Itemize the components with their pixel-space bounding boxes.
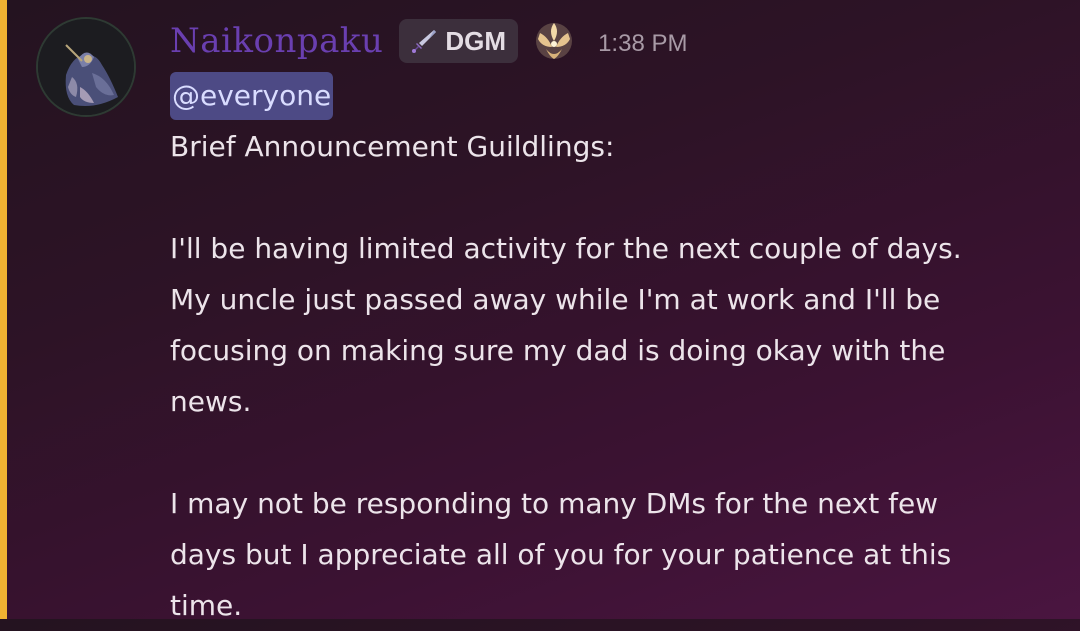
message-line: Brief Announcement Guildlings: xyxy=(170,130,615,163)
message-line: time. xyxy=(170,589,243,622)
sword-icon xyxy=(412,30,437,53)
crest-icon[interactable] xyxy=(530,17,578,65)
everyone-mention[interactable]: @everyone xyxy=(170,72,334,120)
avatar-image xyxy=(38,19,134,115)
author-name[interactable]: Naikonpaku xyxy=(170,15,383,67)
message-line: My uncle just passed away while I'm at w… xyxy=(170,283,941,316)
message-line-blank xyxy=(170,427,1070,478)
message-line: days but I appreciate all of you for you… xyxy=(170,538,952,571)
message-header: Naikonpaku DGM 1:38 PM xyxy=(170,15,687,67)
message-line: I'll be having limited activity for the … xyxy=(170,232,962,265)
role-tag-label: DGM xyxy=(445,25,507,56)
message-line: I may not be responding to many DMs for … xyxy=(170,487,939,520)
chat-message[interactable]: Naikonpaku DGM 1:38 PM @everyone Brief A… xyxy=(0,0,1080,622)
message-line: news. xyxy=(170,385,252,418)
message-line: focusing on making sure my dad is doing … xyxy=(170,334,946,367)
role-tag[interactable]: DGM xyxy=(399,19,519,63)
message-timestamp: 1:38 PM xyxy=(598,30,688,57)
message-line-blank xyxy=(170,172,1070,223)
avatar[interactable] xyxy=(36,17,136,117)
message-content: @everyone Brief Announcement Guildlings:… xyxy=(170,70,1070,631)
